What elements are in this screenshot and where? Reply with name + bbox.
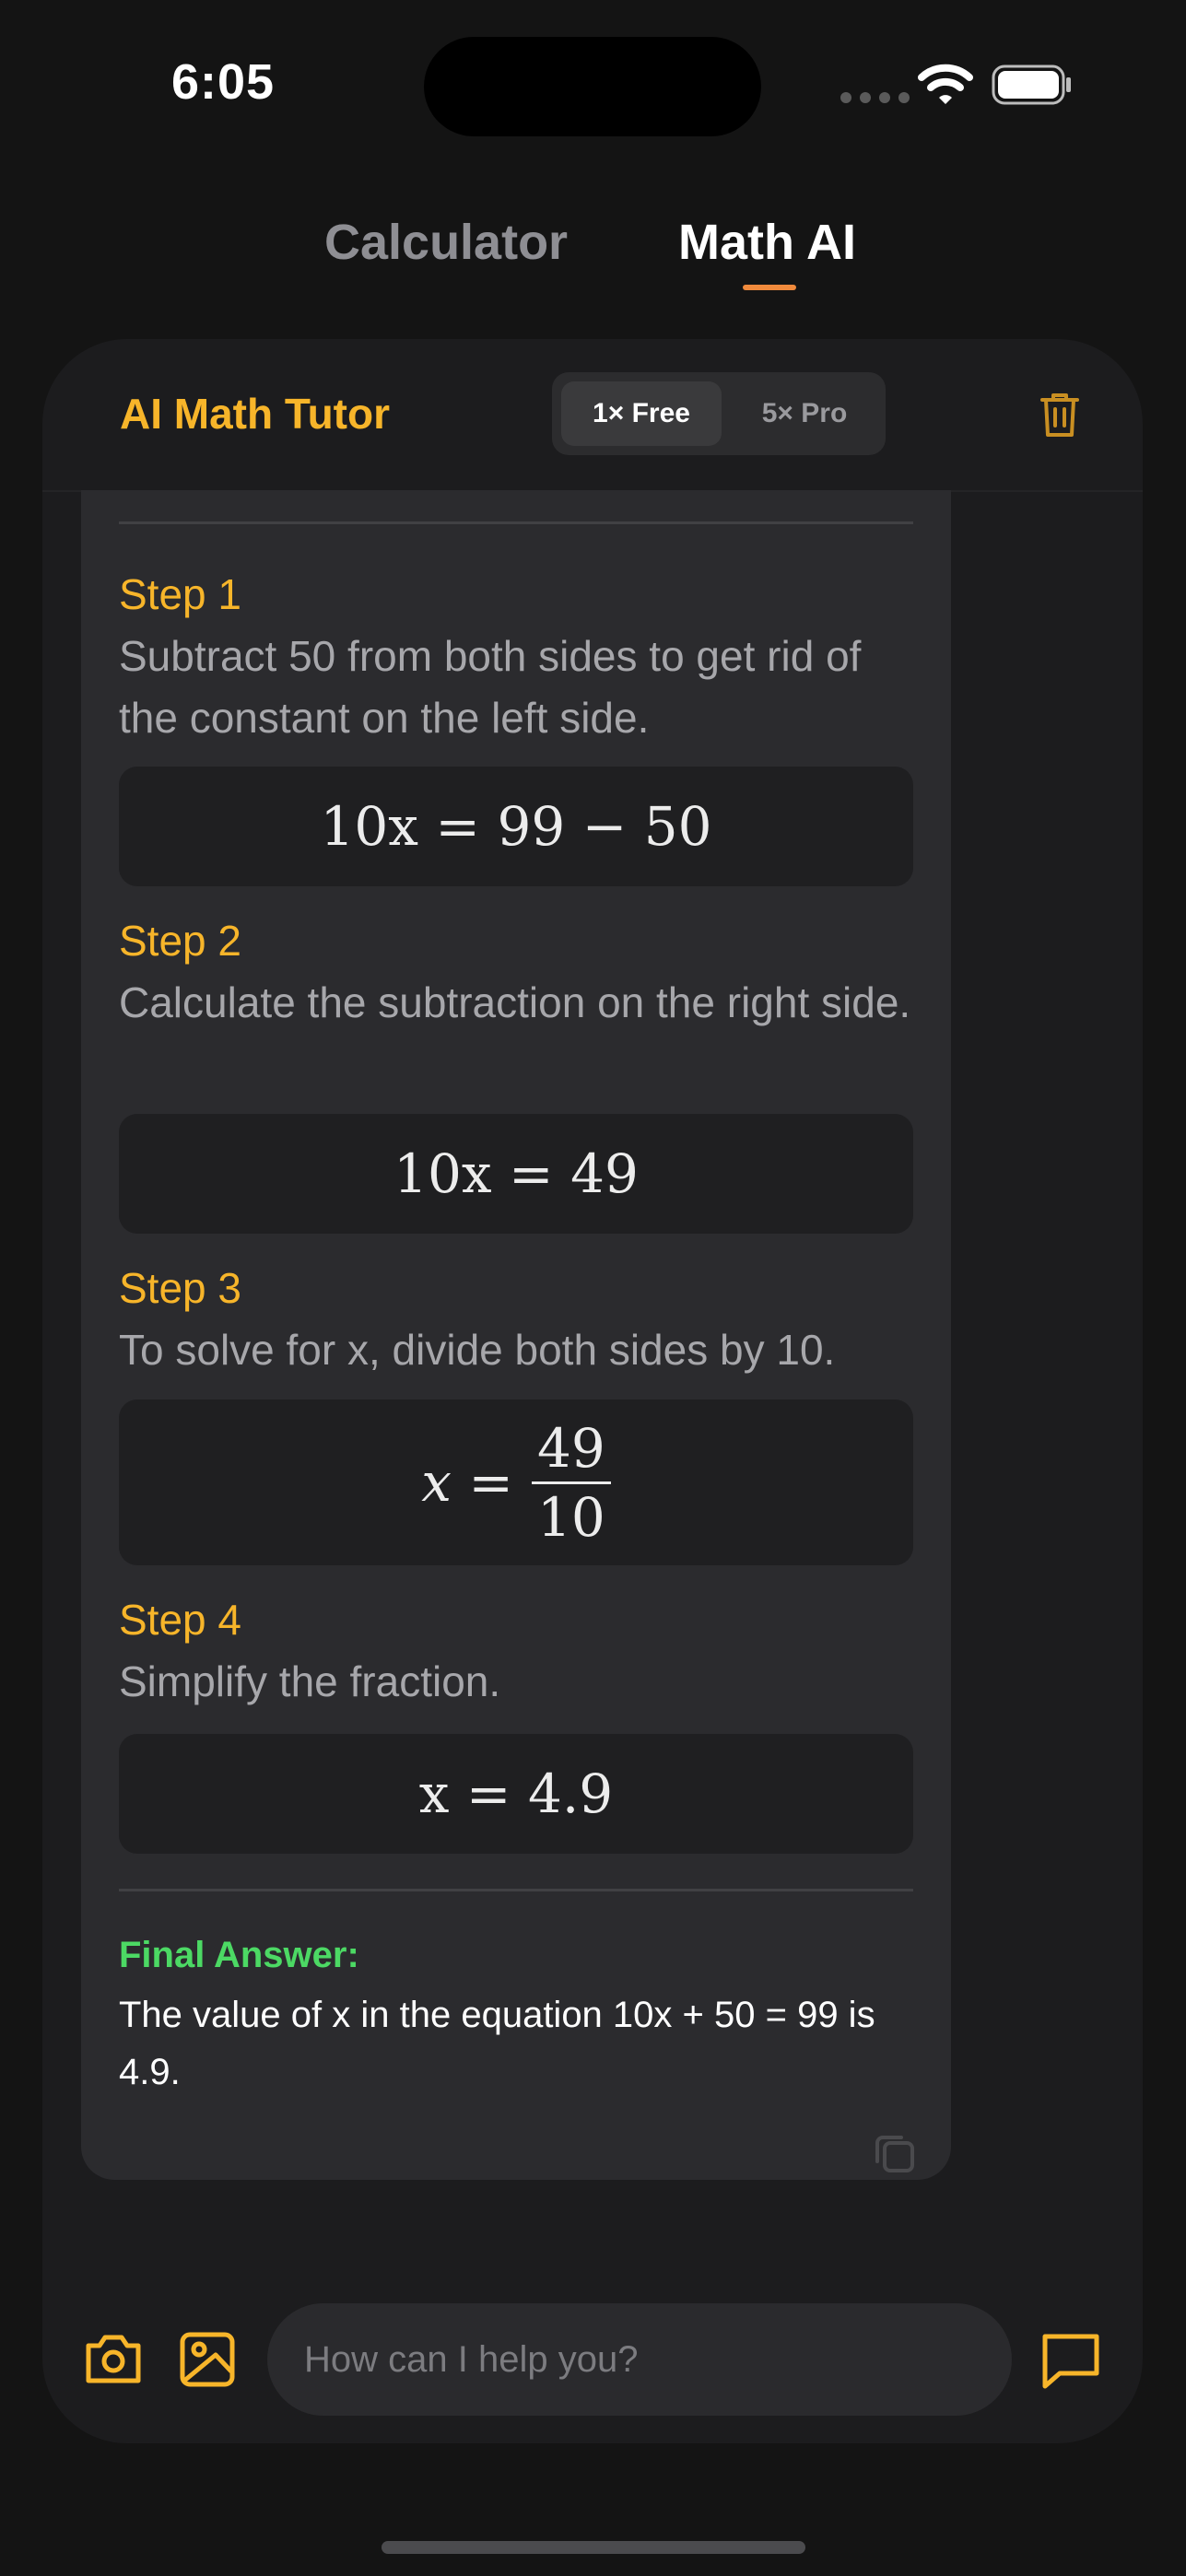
dynamic-island [424,37,761,136]
segment-pro[interactable]: 5× Pro [731,381,878,446]
chat-card: AI Math Tutor 1× Free 5× Pro Step 1 Subt… [42,339,1143,2443]
tab-math-ai[interactable]: Math AI [678,214,856,271]
step-description: To solve for x, divide both sides by 10. [119,1326,836,1374]
copy-icon[interactable] [874,2132,916,2174]
step-title: Step 2 [119,917,241,965]
trash-icon[interactable] [1039,391,1080,439]
fraction-numerator: 49 [531,1419,611,1484]
step-title: Step 1 [119,570,241,618]
card-title: AI Math Tutor [120,390,390,438]
plan-segmented-control: 1× Free 5× Pro [552,372,886,455]
step-title: Step 3 [119,1264,241,1312]
step-description: Subtract 50 from both sides to get rid o… [119,632,862,742]
equation-box: 10x = 49 [119,1114,913,1234]
final-answer-text: The value of x in the equation 10x + 50 … [119,1995,875,2092]
camera-icon[interactable] [83,2331,144,2386]
fraction-denominator: 10 [536,1485,605,1549]
divider [119,1889,913,1891]
wifi-icon [918,64,973,104]
final-answer-label: Final Answer: [119,1935,359,1975]
ai-response-bubble: Step 1 Subtract 50 from both sides to ge… [81,490,951,2180]
message-input[interactable] [267,2303,1012,2416]
step-description: Calculate the subtraction on the right s… [119,978,911,1026]
card-header: AI Math Tutor 1× Free 5× Pro [42,339,1143,492]
fraction: 49 10 [531,1419,611,1549]
signal-dots-icon [840,92,910,103]
step-title: Step 4 [119,1596,241,1644]
image-icon[interactable] [179,2331,236,2388]
equation-box: x = 4.9 [119,1734,913,1854]
home-indicator [382,2541,805,2554]
equation-box-fraction: x = 49 10 [119,1399,913,1565]
chat-icon[interactable] [1039,2331,1102,2390]
divider [119,521,913,524]
active-tab-indicator [743,285,796,290]
status-time: 6:05 [171,54,276,110]
segment-free[interactable]: 1× Free [561,381,722,446]
step-description: Simplify the fraction. [119,1657,501,1705]
battery-icon [992,64,1071,105]
tab-calculator[interactable]: Calculator [324,214,568,271]
equation-box: 10x = 99 − 50 [119,767,913,886]
